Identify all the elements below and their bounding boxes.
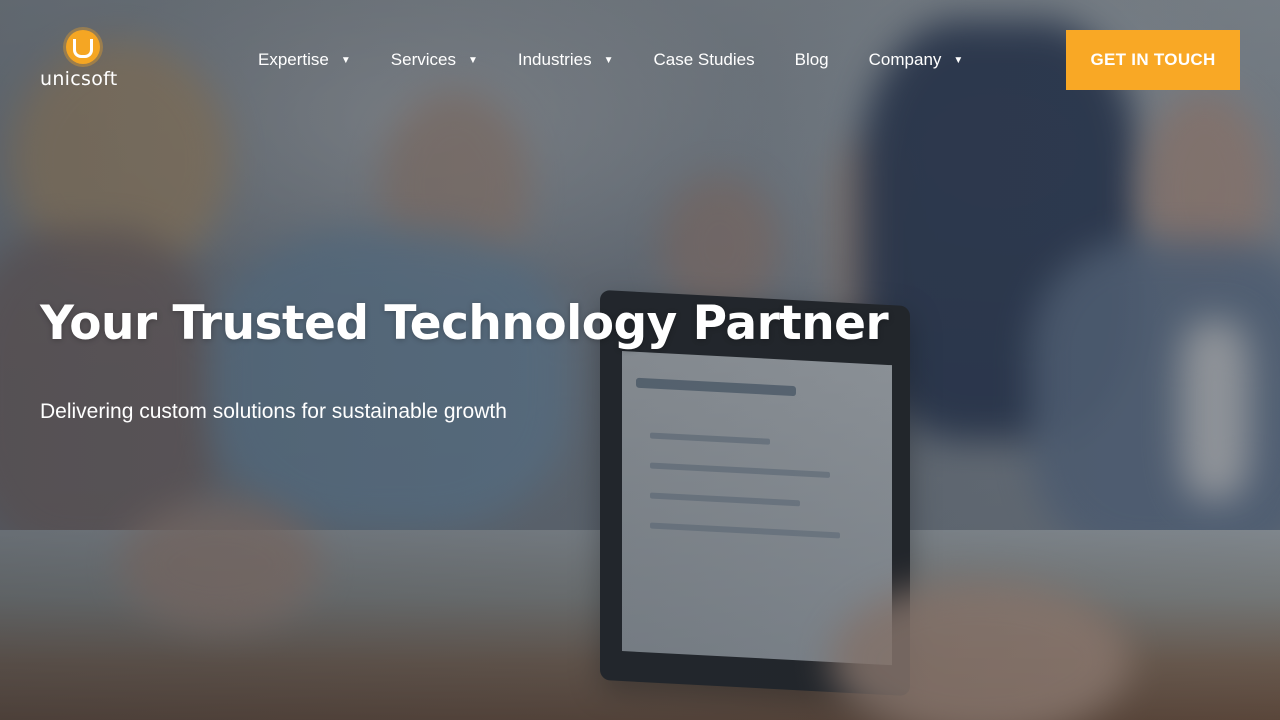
caret-down-icon: ▼ (603, 54, 614, 66)
logo-wordmark: unicsoft (40, 68, 118, 90)
hero-title: Your Trusted Technology Partner (40, 296, 889, 351)
hero-subtitle: Delivering custom solutions for sustaina… (40, 400, 507, 423)
site-header: unicsoft Expertise ▼ Services ▼ Industri… (0, 0, 1280, 120)
nav-item-expertise[interactable]: Expertise ▼ (258, 50, 351, 70)
caret-down-icon: ▼ (340, 54, 351, 66)
logo-u-icon (66, 30, 100, 64)
nav-item-blog[interactable]: Blog (795, 50, 829, 70)
nav-item-label: Expertise (258, 50, 329, 69)
caret-down-icon: ▼ (953, 54, 964, 66)
nav-item-label: Company (868, 50, 942, 69)
nav-item-label: Services (390, 50, 456, 69)
nav-item-label: Case Studies (653, 50, 755, 69)
get-in-touch-button[interactable]: GET IN TOUCH (1066, 30, 1240, 90)
nav-item-label: Blog (794, 50, 829, 69)
nav-item-industries[interactable]: Industries ▼ (518, 50, 614, 70)
nav-item-company[interactable]: Company ▼ (869, 50, 964, 70)
nav-item-label: Industries (517, 50, 592, 69)
caret-down-icon: ▼ (467, 54, 478, 66)
nav-item-services[interactable]: Services ▼ (391, 50, 478, 70)
unicsoft-logo[interactable]: unicsoft (40, 30, 130, 92)
main-navigation: Expertise ▼ Services ▼ Industries ▼ Case… (258, 48, 963, 72)
nav-item-case-studies[interactable]: Case Studies (653, 50, 754, 70)
